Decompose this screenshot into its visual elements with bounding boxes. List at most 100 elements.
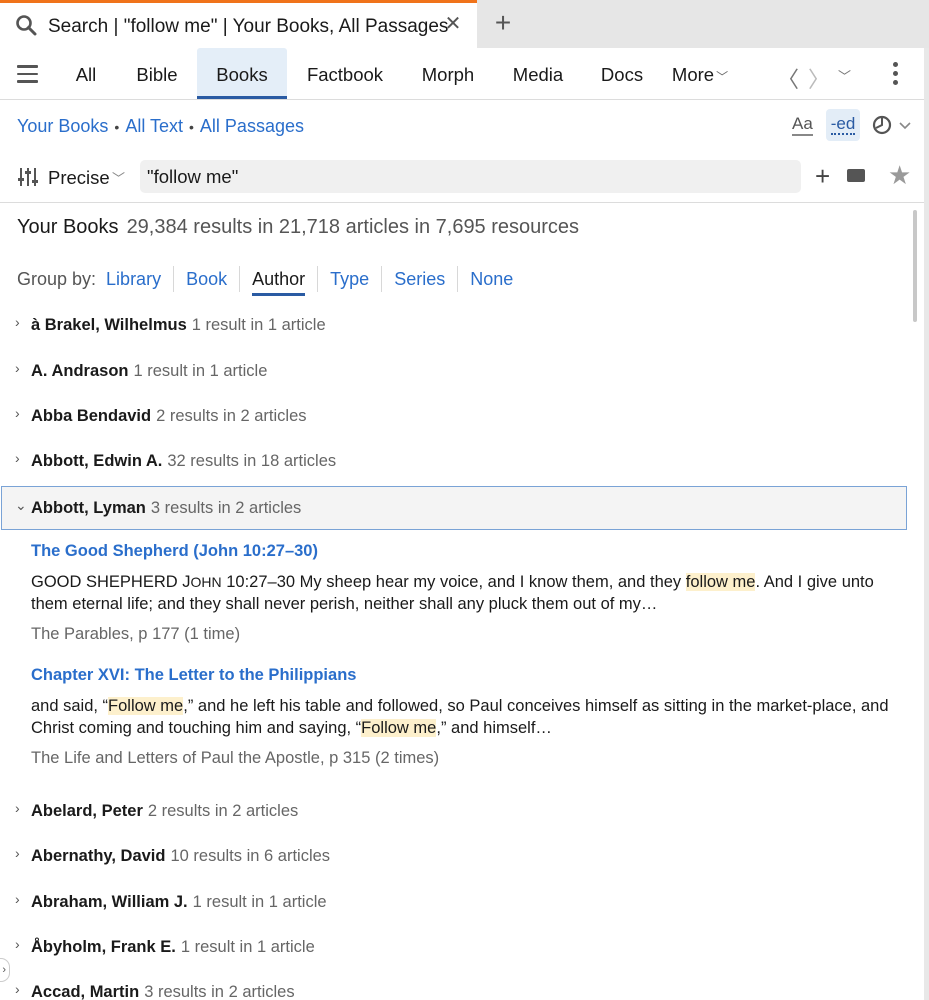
chevron-right-icon: › [15, 800, 20, 816]
more-options-icon[interactable] [890, 62, 900, 86]
result-source: The Parables, p 177 (1 time) [31, 625, 241, 643]
chevron-right-icon: › [15, 981, 20, 997]
highlight: Follow me [108, 697, 184, 715]
chevron-right-icon[interactable]: 〉 [808, 62, 830, 94]
results-summary: Your Books 29,384 results in 21,718 artic… [17, 216, 579, 239]
author-count: 1 result in 1 article [191, 316, 326, 334]
author-row[interactable]: › Accad, Martin 3 results in 2 articles [0, 973, 924, 1000]
chevron-down-icon[interactable]: ﹀ [112, 168, 125, 187]
chevron-right-icon: › [15, 845, 20, 861]
author-row[interactable]: › A. Andrason 1 result in 1 article [0, 352, 924, 392]
results-heading: Your Books [17, 216, 119, 238]
separator: • [189, 119, 194, 135]
tab-bible[interactable]: Bible [124, 48, 190, 99]
match-mode[interactable]: Precise [48, 167, 110, 189]
tab-docs[interactable]: Docs [590, 48, 654, 99]
highlight: follow me [685, 573, 756, 591]
author-row[interactable]: › Abbott, Edwin A. 32 results in 18 artic… [0, 442, 924, 482]
tab-title: Search | "follow me" | Your Books, All P… [48, 16, 449, 37]
author-count: 2 results in 2 articles [147, 802, 299, 820]
divider [0, 202, 924, 203]
author-name: Abernathy, David [31, 847, 166, 865]
group-by: Group by: Library Book Author Type Serie… [17, 266, 525, 296]
author-row[interactable]: › Abelard, Peter 2 results in 2 articles [0, 792, 924, 832]
scope-all-text[interactable]: All Text [125, 116, 183, 136]
tab-factbook[interactable]: Factbook [297, 48, 393, 99]
author-row[interactable]: › à Brakel, Wilhelmus 1 result in 1 artic… [0, 306, 924, 346]
author-name: Abelard, Peter [31, 802, 143, 820]
search-result: Chapter XVI: The Letter to the Philippia… [31, 666, 901, 768]
group-book[interactable]: Book [173, 266, 239, 292]
tab-morph[interactable]: Morph [410, 48, 486, 99]
chevron-right-icon: › [15, 936, 20, 952]
author-name: à Brakel, Wilhelmus [31, 316, 187, 334]
author-row[interactable]: › Abernathy, David 10 results in 6 articl… [0, 837, 924, 877]
sync-icon[interactable] [870, 112, 912, 138]
author-count: 10 results in 6 articles [170, 847, 331, 865]
new-tab-button[interactable]: + [490, 8, 516, 38]
keyboard-icon[interactable] [847, 169, 865, 182]
group-library[interactable]: Library [104, 266, 173, 292]
author-name: Accad, Martin [31, 983, 140, 1000]
author-count: 3 results in 2 articles [150, 499, 302, 517]
group-by-label: Group by: [17, 269, 97, 289]
author-row-expanded[interactable]: ⌄ Abbott, Lyman 3 results in 2 articles [1, 486, 907, 530]
more-label: More [671, 64, 715, 85]
tab-all[interactable]: All [64, 48, 108, 99]
search-options-icon[interactable] [17, 166, 39, 188]
author-row[interactable]: › Åbyholm, Frank E. 1 result in 1 article [0, 928, 924, 968]
highlight: Follow me [361, 719, 437, 737]
result-snippet[interactable]: and said, “Follow me,” and he left his t… [31, 695, 901, 739]
author-count: 2 results in 2 articles [156, 407, 307, 425]
result-title[interactable]: Chapter XVI: The Letter to the Philippia… [31, 666, 901, 685]
close-icon[interactable]: ✕ [442, 13, 464, 35]
author-name: Abraham, William J. [31, 893, 188, 911]
result-title[interactable]: The Good Shepherd (John 10:27–30) [31, 542, 901, 561]
author-row[interactable]: › Abraham, William J. 1 result in 1 artic… [0, 883, 924, 923]
star-icon[interactable]: ★ [888, 160, 911, 190]
author-count: 1 result in 1 article [133, 362, 268, 380]
author-name: Abbott, Lyman [31, 499, 146, 517]
scope-all-passages[interactable]: All Passages [200, 116, 304, 136]
menu-icon[interactable] [17, 65, 38, 83]
history-dropdown-icon[interactable]: ﹀ [838, 66, 851, 85]
search-type-nav: All Bible Books Factbook Morph Media Doc… [0, 48, 924, 100]
group-author[interactable]: Author [239, 266, 317, 296]
add-icon[interactable]: + [815, 161, 830, 191]
font-size-button[interactable]: Aa [792, 114, 813, 136]
result-source: The Life and Letters of Paul the Apostle… [31, 749, 440, 767]
active-tab[interactable]: Search | "follow me" | Your Books, All P… [0, 0, 477, 48]
inflected-forms-button[interactable]: -ed [826, 109, 860, 141]
author-name: A. Andrason [31, 362, 129, 380]
chevron-right-icon: › [15, 891, 20, 907]
chevron-right-icon: › [15, 360, 20, 376]
results-counts: 29,384 results in 21,718 articles in 7,6… [126, 216, 580, 238]
chevron-right-icon: › [15, 314, 20, 330]
tab-media[interactable]: Media [502, 48, 574, 99]
scope-your-books[interactable]: Your Books [17, 116, 108, 136]
chevron-right-icon: › [15, 405, 20, 421]
separator: • [114, 119, 120, 135]
author-count: 1 result in 1 article [180, 938, 315, 956]
chevron-down-icon: ﹀ [716, 70, 729, 84]
chevron-down-icon: ⌄ [15, 497, 27, 513]
author-row[interactable]: › Abba Bendavid 2 results in 2 articles [0, 397, 924, 437]
author-name: Abbott, Edwin A. [31, 452, 163, 470]
tab-books[interactable]: Books [197, 48, 287, 99]
chevron-right-icon: › [15, 450, 20, 466]
search-row: Precise ﹀ + ★ [0, 156, 924, 200]
group-none[interactable]: None [457, 266, 525, 292]
more-menu[interactable]: More ﹀ [664, 48, 736, 99]
result-snippet[interactable]: GOOD SHEPHERD JOHN 10:27–30 My sheep hea… [31, 571, 901, 615]
ed-label: -ed [830, 114, 856, 135]
author-count: 3 results in 2 articles [144, 983, 295, 1000]
search-input[interactable] [140, 160, 801, 193]
chevron-left-icon[interactable]: 〈 [777, 62, 799, 94]
group-type[interactable]: Type [317, 266, 381, 292]
author-name: Åbyholm, Frank E. [31, 938, 176, 956]
author-count: 32 results in 18 articles [167, 452, 337, 470]
group-series[interactable]: Series [381, 266, 457, 292]
author-name: Abba Bendavid [31, 407, 152, 425]
author-count: 1 result in 1 article [192, 893, 327, 911]
search-scope: Your Books • All Text • All Passages [17, 116, 304, 137]
